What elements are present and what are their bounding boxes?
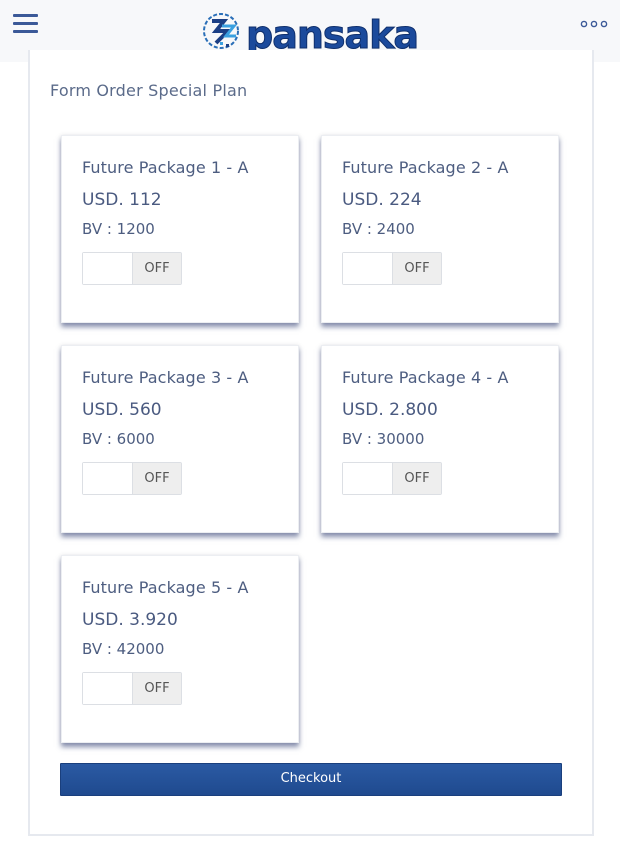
toggle-state-label[interactable]: OFF [393,253,441,284]
toggle-knob[interactable] [83,673,133,704]
package-name: Future Package 5 - A [82,578,249,597]
package-toggle[interactable]: OFF [342,462,442,495]
package-name: Future Package 2 - A [342,158,509,177]
package-card-3: Future Package 3 - A USD. 560 BV : 6000 … [61,345,299,533]
package-toggle[interactable]: OFF [82,252,182,285]
toggle-knob[interactable] [83,463,133,494]
package-name: Future Package 3 - A [82,368,249,387]
toggle-knob[interactable] [343,253,393,284]
toggle-state-label[interactable]: OFF [133,253,181,284]
svg-text:pansaka: pansaka [246,13,418,54]
package-card-1: Future Package 1 - A USD. 112 BV : 1200 … [61,135,299,323]
package-bv: BV : 42000 [82,640,165,658]
package-price: USD. 224 [342,190,422,210]
toggle-knob[interactable] [343,463,393,494]
package-toggle[interactable]: OFF [82,462,182,495]
package-price: USD. 3.920 [82,610,178,630]
more-options-icon[interactable] [580,19,608,29]
package-bv: BV : 1200 [82,220,155,238]
package-card-5: Future Package 5 - A USD. 3.920 BV : 420… [61,555,299,743]
package-toggle[interactable]: OFF [82,672,182,705]
toggle-state-label[interactable]: OFF [133,463,181,494]
toggle-state-label[interactable]: OFF [133,673,181,704]
package-price: USD. 112 [82,190,162,210]
toggle-knob[interactable] [83,253,133,284]
pansaka-logo[interactable]: pansaka [200,8,422,54]
package-bv: BV : 30000 [342,430,425,448]
checkout-button[interactable]: Checkout [60,763,562,796]
hamburger-menu-icon[interactable] [13,14,38,34]
package-bv: BV : 2400 [342,220,415,238]
toggle-state-label[interactable]: OFF [393,463,441,494]
package-name: Future Package 1 - A [82,158,249,177]
package-card-4: Future Package 4 - A USD. 2.800 BV : 300… [321,345,559,533]
package-card-2: Future Package 2 - A USD. 224 BV : 2400 … [321,135,559,323]
package-bv: BV : 6000 [82,430,155,448]
package-toggle[interactable]: OFF [342,252,442,285]
package-price: USD. 560 [82,400,162,420]
package-price: USD. 2.800 [342,400,438,420]
form-title: Form Order Special Plan [50,81,248,100]
package-name: Future Package 4 - A [342,368,509,387]
